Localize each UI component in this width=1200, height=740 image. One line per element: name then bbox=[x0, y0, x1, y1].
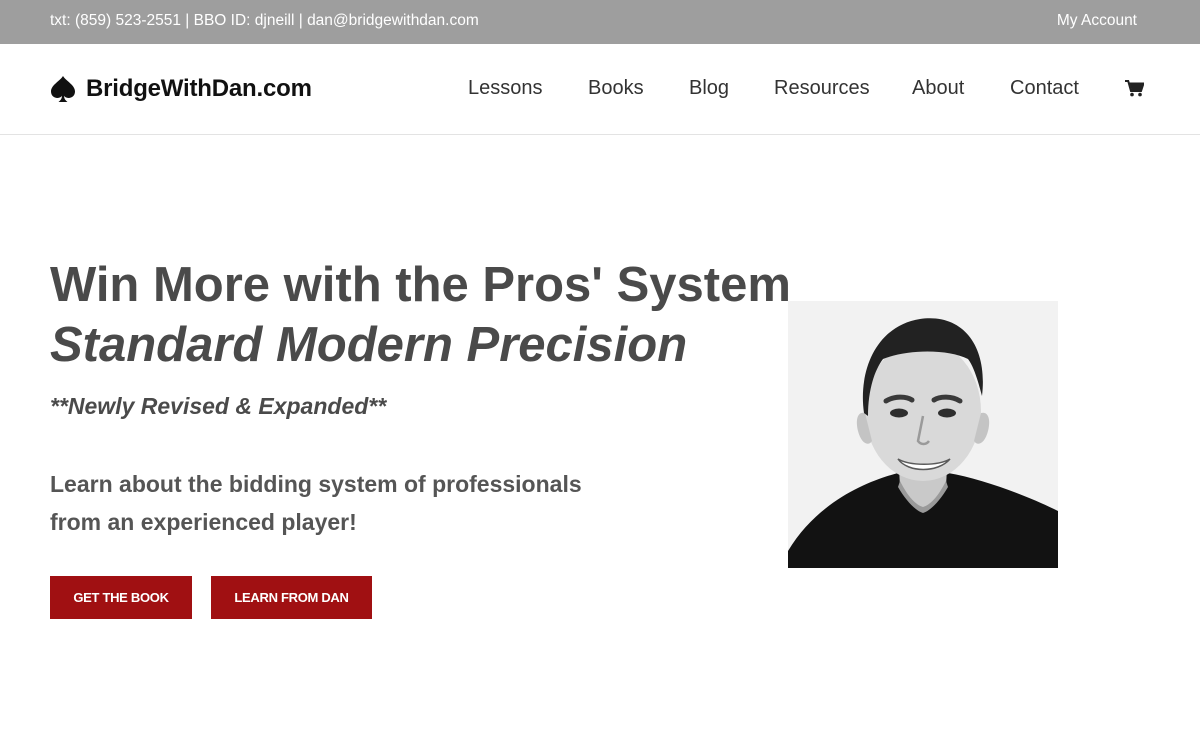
nav-books[interactable]: Books bbox=[588, 77, 644, 100]
nav-resources[interactable]: Resources bbox=[774, 77, 870, 100]
separator: | bbox=[294, 12, 308, 29]
hero-subtitle: **Newly Revised & Expanded** bbox=[50, 393, 387, 419]
portrait-photo bbox=[788, 301, 1058, 568]
cart-icon[interactable] bbox=[1125, 80, 1144, 97]
site-header: BridgeWithDan.com Lessons Books Blog Res… bbox=[0, 44, 1200, 135]
hero-description: Learn about the bidding system of profes… bbox=[50, 465, 610, 541]
nav-lessons[interactable]: Lessons bbox=[468, 77, 543, 100]
separator: | bbox=[180, 12, 194, 29]
nav-contact[interactable]: Contact bbox=[1010, 77, 1079, 100]
nav-about[interactable]: About bbox=[912, 77, 964, 100]
main-nav: Lessons Books Blog Resources About Conta… bbox=[0, 77, 1200, 105]
phone-text: txt: (859) 523-2551 bbox=[50, 12, 181, 29]
nav-blog[interactable]: Blog bbox=[689, 77, 729, 100]
top-bar: txt: (859) 523-2551 | BBO ID: djneill | … bbox=[0, 0, 1200, 44]
get-the-book-button[interactable]: GET THE BOOK bbox=[50, 576, 192, 619]
hero-title: Win More with the Pros' System Standard … bbox=[50, 255, 791, 375]
description-line1: Learn about the bidding system of profes… bbox=[50, 471, 582, 497]
bbo-id-text: BBO ID: djneill bbox=[193, 12, 295, 29]
learn-from-dan-button[interactable]: LEARN FROM DAN bbox=[211, 576, 372, 619]
description-line2: from an experienced player! bbox=[50, 509, 357, 535]
hero-title-line2: Standard Modern Precision bbox=[50, 318, 688, 372]
email-link[interactable]: dan@bridgewithdan.com bbox=[307, 12, 479, 29]
my-account-link[interactable]: My Account bbox=[1057, 12, 1137, 30]
hero-title-line1: Win More with the Pros' System bbox=[50, 258, 791, 312]
contact-info: txt: (859) 523-2551 | BBO ID: djneill | … bbox=[50, 12, 479, 30]
